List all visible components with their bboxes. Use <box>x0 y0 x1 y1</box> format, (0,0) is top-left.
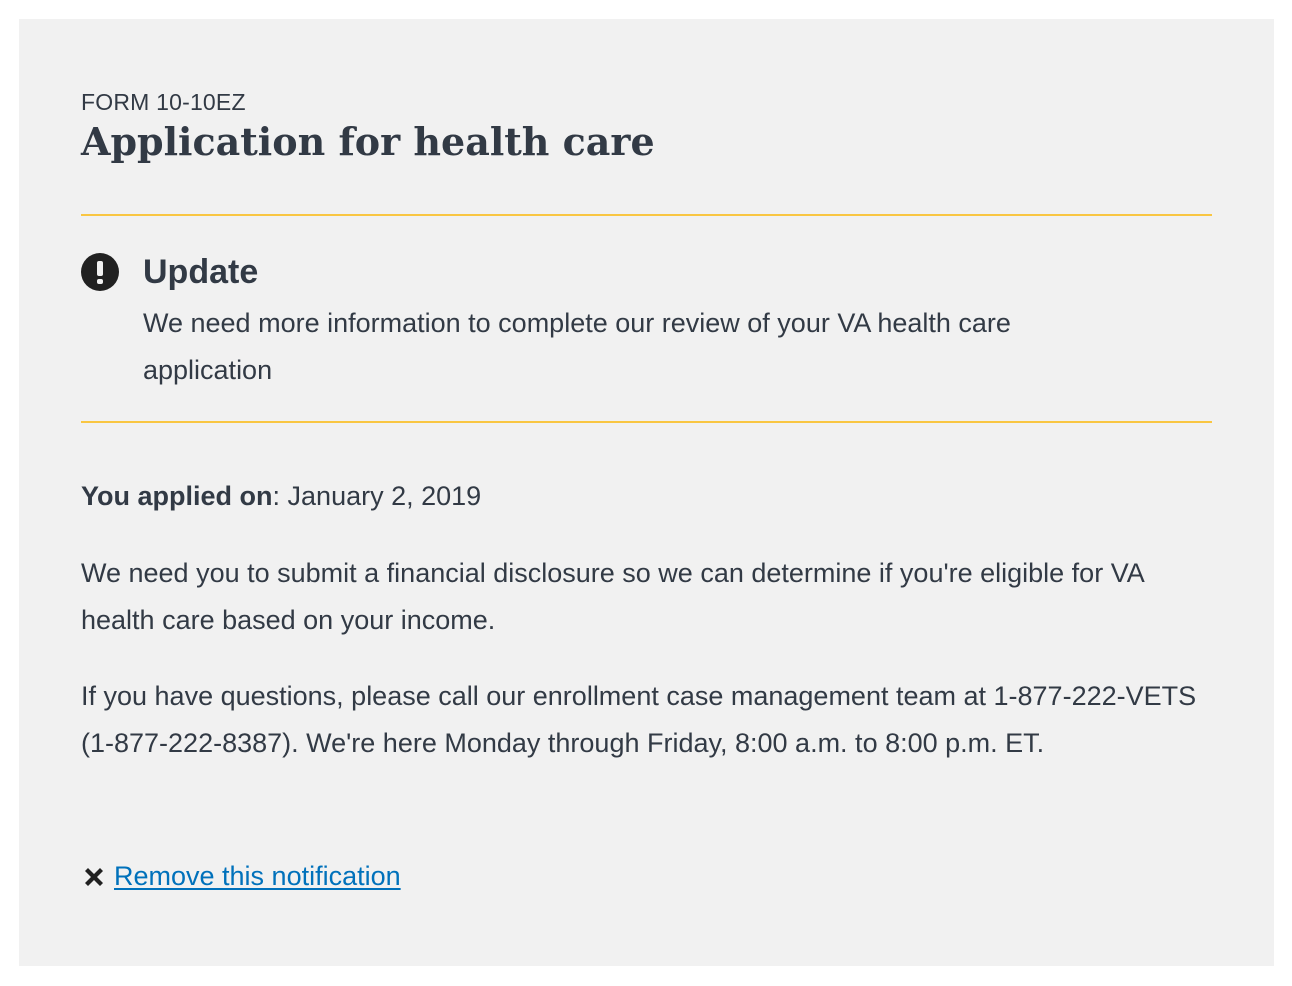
alert-bottom-divider <box>81 421 1212 423</box>
alert-top-divider <box>81 214 1212 216</box>
close-icon <box>85 867 103 886</box>
applied-label: You applied on <box>81 481 273 511</box>
contact-info-message: If you have questions, please call our e… <box>81 681 1197 758</box>
financial-disclosure-message: We need you to submit a financial disclo… <box>81 558 1144 635</box>
applied-separator: : <box>272 481 281 511</box>
applied-date-line: You applied on: January 2, 2019 <box>81 473 481 520</box>
notification-card: FORM 10-10EZ Application for health care… <box>19 19 1274 966</box>
remove-notification-button[interactable]: Remove this notification <box>81 861 401 892</box>
alert-body: We need more information to complete our… <box>143 308 1011 385</box>
form-number: FORM 10-10EZ <box>81 89 246 115</box>
page-title: Application for health care <box>81 119 655 164</box>
exclamation-circle-icon <box>81 253 119 291</box>
applied-date: January 2, 2019 <box>287 481 482 511</box>
alert-heading: Update <box>143 253 259 291</box>
remove-notification-link[interactable]: Remove this notification <box>114 861 401 892</box>
